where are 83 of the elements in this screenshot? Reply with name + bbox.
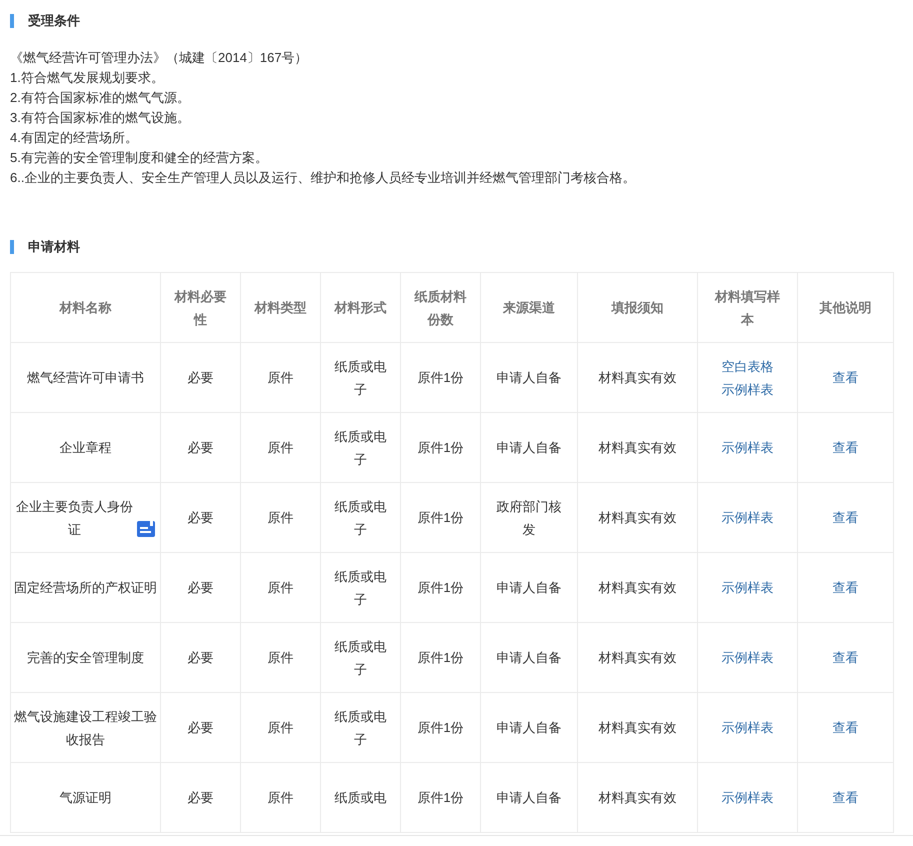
table-cell: 材料真实有效 [578, 553, 698, 623]
table-cell: 申请人自备 [481, 623, 578, 693]
table-cell: 必要 [161, 483, 241, 553]
condition-text: 3.有符合国家标准的燃气设施。 [10, 109, 191, 127]
column-header: 纸质材料份数 [401, 273, 481, 343]
table-cell: 原件 [241, 413, 321, 483]
section-heading: 申请材料 [10, 240, 903, 254]
table-cell: 纸质或电子 [321, 693, 401, 763]
table-cell: 材料真实有效 [578, 693, 698, 763]
material-name: 燃气经营许可申请书 [27, 369, 144, 387]
material-name: 完善的安全管理制度 [27, 649, 144, 667]
column-header: 材料类型 [241, 273, 321, 343]
table-cell: 原件1份 [401, 483, 481, 553]
table-cell: 必要 [161, 553, 241, 623]
condition-text: 2.有符合国家标准的燃气气源。 [10, 89, 191, 107]
view-link[interactable]: 查看 [832, 366, 858, 389]
table-cell: 材料真实有效 [578, 763, 698, 833]
column-header: 材料名称 [11, 273, 161, 343]
material-name: 固定经营场所的产权证明 [14, 579, 157, 597]
table-cell: 原件1份 [401, 763, 481, 833]
column-header: 其他说明 [798, 273, 894, 343]
table-cell: 必要 [161, 693, 241, 763]
column-header: 材料形式 [321, 273, 401, 343]
sample-link[interactable]: 示例样表 [722, 506, 774, 529]
table-cell: 申请人自备 [481, 763, 578, 833]
table-cell: 纸质或电子 [321, 483, 401, 553]
sample-link[interactable]: 空白表格 [722, 354, 774, 378]
table-cell: 材料真实有效 [578, 483, 698, 553]
material-name: 企业主要负责人身份证 [16, 498, 133, 538]
material-name: 燃气设施建设工程竣工验收报告 [14, 708, 157, 748]
document-icon[interactable] [137, 520, 155, 536]
table-cell: 纸质或电子 [321, 623, 401, 693]
sample-link[interactable]: 示例样表 [722, 786, 774, 809]
table-cell: 必要 [161, 763, 241, 833]
table-cell: 原件 [241, 763, 321, 833]
view-link[interactable]: 查看 [832, 646, 858, 669]
table-cell: 必要 [161, 413, 241, 483]
table-cell: 原件 [241, 483, 321, 553]
sample-link[interactable]: 示例样表 [722, 576, 774, 599]
table-cell: 申请人自备 [481, 413, 578, 483]
table-cell: 申请人自备 [481, 553, 578, 623]
condition-text: 《燃气经营许可管理办法》（城建〔2014〕167号） [10, 49, 309, 67]
sample-link[interactable]: 示例样表 [722, 378, 774, 400]
table-cell: 必要 [161, 343, 241, 413]
view-link[interactable]: 查看 [832, 576, 858, 599]
sample-link[interactable]: 示例样表 [722, 646, 774, 669]
column-header: 填报须知 [578, 273, 698, 343]
table-cell: 申请人自备 [481, 343, 578, 413]
material-name: 企业章程 [60, 439, 112, 457]
table-cell: 原件1份 [401, 343, 481, 413]
section-heading: 受理条件 [10, 14, 903, 28]
view-link[interactable]: 查看 [832, 436, 858, 459]
table-cell: 申请人自备 [481, 693, 578, 763]
table-cell: 材料真实有效 [578, 343, 698, 413]
condition-text: 5.有完善的安全管理制度和健全的经营方案。 [10, 149, 269, 167]
table-cell: 纸质或电子 [321, 413, 401, 483]
table-cell: 原件 [241, 343, 321, 413]
table-cell: 材料真实有效 [578, 623, 698, 693]
table-cell: 原件 [241, 693, 321, 763]
sample-link[interactable]: 示例样表 [722, 436, 774, 459]
condition-text: 4.有固定的经营场所。 [10, 129, 139, 147]
condition-text: 1.符合燃气发展规划要求。 [10, 69, 165, 87]
table-cell: 原件1份 [401, 623, 481, 693]
table-cell: 政府部门核发 [481, 483, 578, 553]
sample-link[interactable]: 示例样表 [722, 716, 774, 739]
table-cell: 原件1份 [401, 693, 481, 763]
table-cell: 纸质或电子 [321, 553, 401, 623]
view-link[interactable]: 查看 [832, 716, 858, 739]
view-link[interactable]: 查看 [832, 786, 858, 809]
condition-text: 6..企业的主要负责人、安全生产管理人员以及运行、维护和抢修人员经专业培训并经燃气管理部门考核合格。 [10, 169, 636, 187]
table-cell: 材料真实有效 [578, 413, 698, 483]
column-header: 来源渠道 [481, 273, 578, 343]
column-header: 材料填写样本 [698, 273, 798, 343]
table-cell: 原件 [241, 623, 321, 693]
view-link[interactable]: 查看 [832, 506, 858, 529]
table-cell: 原件 [241, 553, 321, 623]
table-cell: 纸质或电子 [321, 343, 401, 413]
table-cell: 原件1份 [401, 553, 481, 623]
column-header: 材料必要性 [161, 273, 241, 343]
table-cell: 必要 [161, 623, 241, 693]
material-name: 气源证明 [60, 789, 112, 807]
table-cell: 原件1份 [401, 413, 481, 483]
table-cell: 纸质或电 [321, 763, 401, 833]
